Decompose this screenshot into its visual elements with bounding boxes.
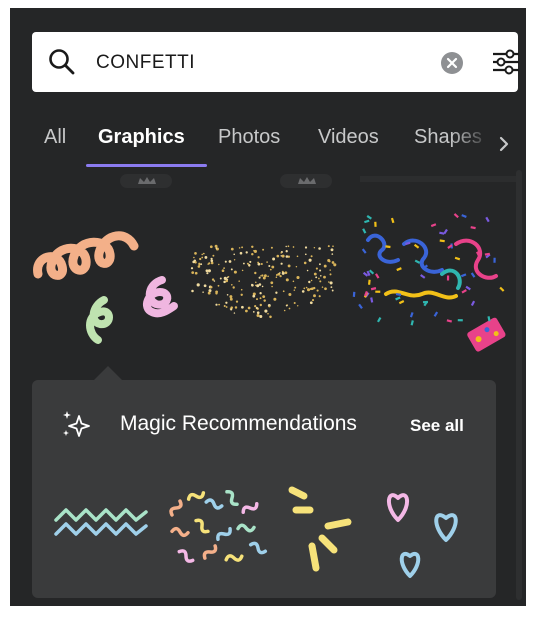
magic-pointer [94,366,122,380]
tab-all[interactable]: All [44,126,66,149]
hearts-graphic[interactable] [376,480,476,584]
zigzag-lines-graphic[interactable] [52,498,152,548]
filter-sliders-icon[interactable] [490,46,522,78]
active-tab-indicator [86,164,207,167]
search-bar [32,32,519,94]
gold-glitter-graphic[interactable] [188,236,340,320]
see-all-link[interactable]: See all [410,416,464,436]
search-input[interactable] [94,32,428,94]
confetti-popper-graphic[interactable] [346,204,516,364]
tab-photos[interactable]: Photos [218,126,280,149]
search-icon [49,49,75,75]
magic-recommendations-title: Magic Recommendations [120,412,357,435]
chevron-right-icon[interactable] [498,136,510,152]
tab-graphics[interactable]: Graphics [98,126,185,149]
previous-row-edge [120,174,520,188]
sparkle-icon [63,411,90,437]
pastel-squiggles-graphic[interactable] [158,484,268,574]
category-tabs: All Graphics Photos Videos Shapes [10,118,526,168]
tab-videos[interactable]: Videos [318,126,379,149]
search-results-panel: All Graphics Photos Videos Shapes [10,8,526,606]
pastel-swirls-graphic[interactable] [28,216,188,356]
scrollbar[interactable] [516,170,522,600]
magic-recommendations-card: Magic Recommendations See all [32,380,496,598]
clear-icon[interactable] [440,51,464,75]
yellow-burst-graphic[interactable] [276,476,376,580]
